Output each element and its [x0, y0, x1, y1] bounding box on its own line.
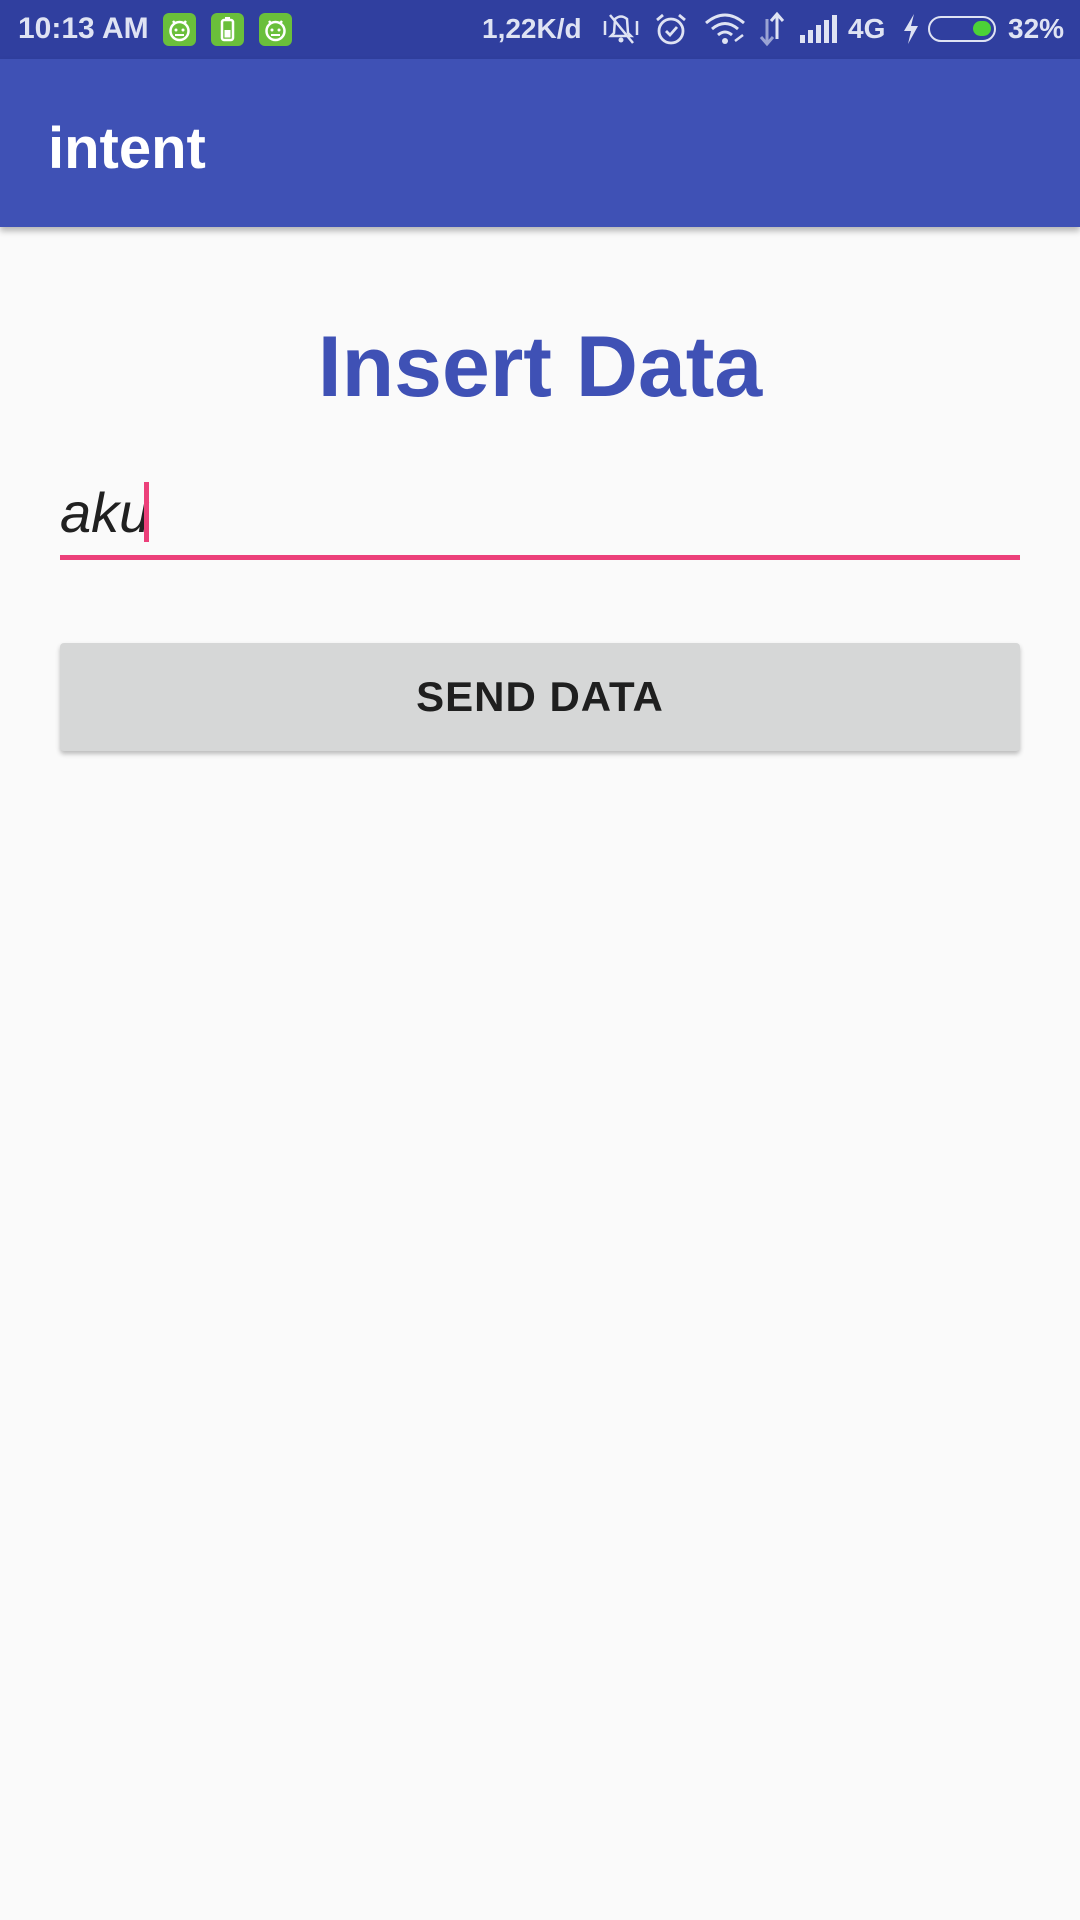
status-time: 10:13 AM [18, 12, 149, 45]
battery-icon [928, 16, 996, 42]
android-notification-icon [259, 13, 292, 46]
text-cursor [144, 482, 149, 542]
screen: 10:13 AM 1,22K/d 4G 32% intent Insert Da… [0, 0, 1080, 1920]
network-speed: 1,22K/d [482, 13, 582, 44]
charging-icon [900, 11, 922, 54]
app-title: intent [48, 116, 206, 181]
network-type: 4G [848, 13, 886, 44]
data-input-container [60, 470, 1020, 566]
data-transfer-icon [757, 11, 787, 54]
battery-percent: 32% [1008, 13, 1065, 44]
android-notification-icon [163, 13, 196, 46]
data-input-field[interactable] [60, 470, 1020, 560]
status-bar: 10:13 AM 1,22K/d 4G 32% [0, 0, 1080, 59]
app-bar: intent [0, 59, 1080, 227]
alarm-icon [653, 11, 689, 54]
battery-level-fill [973, 21, 991, 36]
page-heading: Insert Data [317, 319, 763, 415]
wifi-icon [703, 11, 747, 54]
vibrate-off-icon [602, 11, 640, 54]
send-data-button[interactable]: SEND DATA [60, 643, 1020, 751]
signal-icon [798, 11, 840, 54]
battery-app-icon [211, 13, 244, 46]
